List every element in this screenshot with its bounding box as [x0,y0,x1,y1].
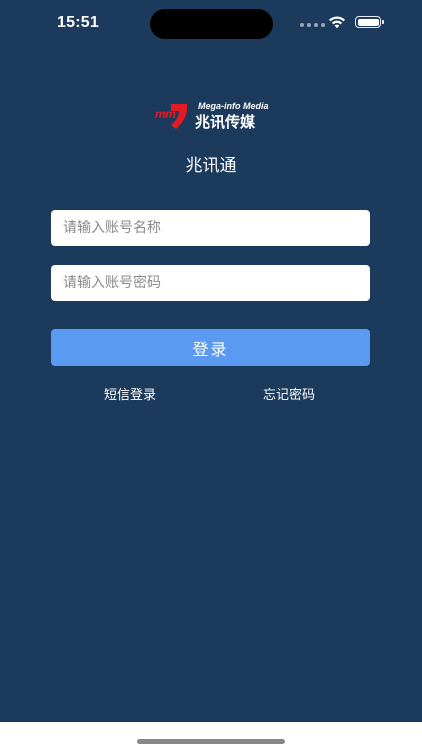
username-field[interactable] [51,210,370,246]
username-input[interactable] [51,210,370,246]
password-input[interactable] [51,265,370,301]
logo-chinese-name: 兆讯传媒 [195,113,256,131]
home-indicator[interactable] [137,739,285,744]
bottom-bar [0,722,422,750]
battery-cap [382,20,384,24]
forgot-password-link[interactable]: 忘记密码 [263,384,315,403]
battery-icon [355,16,381,28]
dynamic-island [150,9,273,39]
signal-dots-icon [300,23,325,27]
logo-english-name: Mega-info Media [198,101,269,111]
app-title: 兆讯通 [185,156,237,176]
logo-mark-icon [171,104,188,129]
status-time: 15:51 [57,14,99,31]
brand-logo: mm Mega-info Media 兆讯传媒 [155,101,269,131]
sms-login-link[interactable]: 短信登录 [104,384,156,403]
login-button[interactable]: 登录 [51,329,370,366]
password-field[interactable] [51,265,370,301]
wifi-icon [329,16,345,29]
status-bar: 15:51 [0,0,422,48]
